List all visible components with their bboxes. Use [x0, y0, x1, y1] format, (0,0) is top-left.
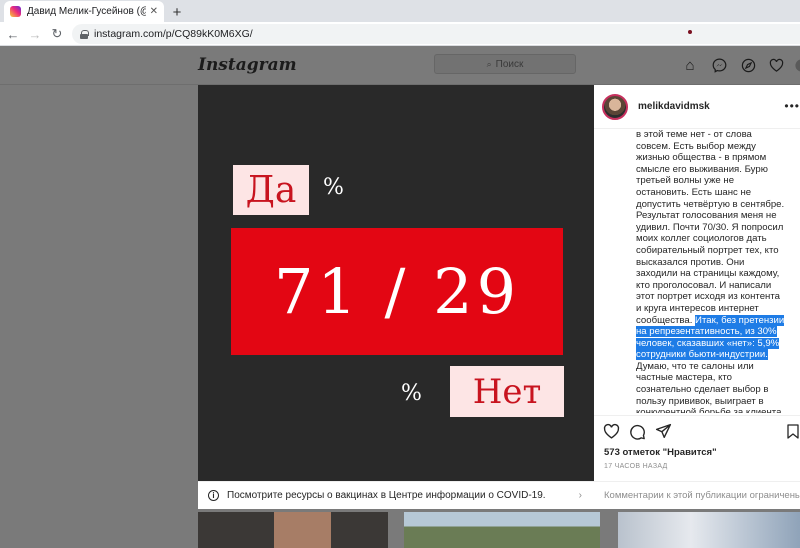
- like-heart-icon[interactable]: [602, 422, 620, 440]
- post-side-panel: melikdavidmsk ••• в этой теме нет - от с…: [594, 85, 800, 509]
- no-label: Нет: [450, 366, 564, 417]
- browser-toolbar: ← → ↻ instagram.com/p/CQ89kK0M6XG/: [0, 22, 800, 46]
- post-caption: в этой теме нет - от слова совсем. Есть …: [636, 129, 786, 413]
- post-image[interactable]: Да % 71 / 29 % Нет: [198, 85, 594, 481]
- home-icon[interactable]: ⌂: [681, 56, 699, 74]
- grid-thumbnail: [404, 512, 600, 548]
- reload-icon[interactable]: ↻: [48, 25, 66, 43]
- search-icon: ⌕: [486, 58, 492, 69]
- search-input[interactable]: ⌕ Поиск: [434, 54, 576, 74]
- back-arrow-icon[interactable]: ←: [4, 25, 22, 43]
- yes-percent-sign: %: [323, 175, 344, 200]
- new-tab-button[interactable]: +: [168, 3, 186, 21]
- avatar[interactable]: [602, 93, 628, 120]
- tab-close-icon[interactable]: ✕: [150, 6, 158, 17]
- browser-tab[interactable]: Давид Мелик-Гусейнов (@melik ✕: [4, 1, 164, 22]
- like-count[interactable]: 573 отметок "Нравится": [604, 447, 717, 458]
- caption-scrollbar[interactable]: [794, 129, 798, 413]
- comments-restricted-notice: Комментарии к этой публикации ограничены: [594, 481, 800, 509]
- post-actions: [594, 415, 800, 443]
- grid-thumbnail: [618, 512, 800, 548]
- covid-info-banner[interactable]: i Посмотрите ресурсы о вакцинах в Центре…: [198, 481, 594, 509]
- profile-avatar-icon[interactable]: [792, 56, 800, 74]
- post-username[interactable]: melikdavidmsk: [638, 101, 710, 112]
- caption-text-before: в этой теме нет - от слова совсем. Есть …: [636, 129, 785, 326]
- grid-thumbnail: [198, 512, 388, 548]
- instagram-header: Instagram ⌕ Поиск ⌂: [0, 47, 800, 85]
- heart-icon[interactable]: [767, 56, 785, 74]
- home-active-dot: [688, 30, 692, 34]
- address-bar[interactable]: instagram.com/p/CQ89kK0M6XG/: [72, 24, 800, 44]
- bookmark-icon[interactable]: [784, 422, 800, 440]
- instagram-favicon-icon: [10, 6, 21, 17]
- covid-info-text: Посмотрите ресурсы о вакцинах в Центре и…: [227, 490, 546, 501]
- yes-label: Да: [233, 165, 309, 215]
- info-icon: i: [208, 490, 219, 501]
- share-icon[interactable]: [654, 422, 672, 440]
- forward-arrow-icon[interactable]: →: [26, 25, 44, 43]
- more-options-icon[interactable]: •••: [784, 99, 800, 113]
- explore-icon[interactable]: [739, 56, 757, 74]
- browser-tab-bar: Давид Мелик-Гусейнов (@melik ✕ +: [0, 0, 800, 22]
- messenger-icon[interactable]: [710, 56, 728, 74]
- search-placeholder: Поиск: [495, 58, 524, 70]
- lock-icon: [80, 29, 89, 39]
- tab-title: Давид Мелик-Гусейнов (@melik: [27, 6, 146, 17]
- chevron-right-icon: ›: [578, 490, 582, 501]
- comment-icon[interactable]: [628, 422, 646, 440]
- url-text: instagram.com/p/CQ89kK0M6XG/: [94, 28, 253, 40]
- vote-ratio: 71 / 29: [231, 228, 563, 355]
- no-percent-sign: %: [401, 381, 422, 406]
- post-header: melikdavidmsk •••: [594, 85, 800, 129]
- post-timestamp[interactable]: 17 ЧАСОВ НАЗАД: [604, 463, 668, 470]
- caption-text-after: Думаю, что те салоны или частные мастера…: [636, 360, 785, 413]
- instagram-logo[interactable]: Instagram: [198, 55, 297, 75]
